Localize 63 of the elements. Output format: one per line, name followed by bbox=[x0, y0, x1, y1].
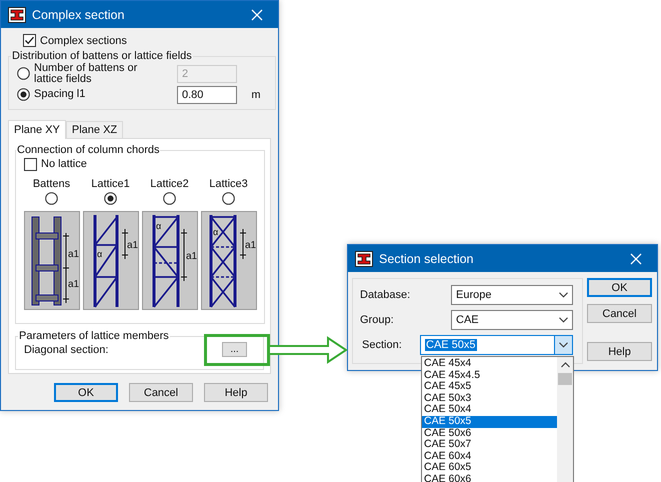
field-label: Diagonal section: bbox=[24, 344, 108, 356]
chevron-up-icon[interactable] bbox=[560, 362, 570, 368]
radio-label: Spacing l1 bbox=[34, 89, 86, 100]
tab[interactable]: Plane XZ bbox=[66, 121, 124, 138]
radio-button[interactable] bbox=[17, 88, 30, 101]
dialog-button[interactable]: Cancel bbox=[587, 304, 652, 323]
chevron-down-icon bbox=[559, 317, 568, 323]
app-icon bbox=[8, 6, 26, 22]
list-item[interactable]: CAE 60x5 bbox=[422, 462, 557, 474]
chevron-down-icon bbox=[559, 342, 568, 348]
list-item[interactable]: CAE 50x3 bbox=[422, 392, 557, 404]
window-title: Section selection bbox=[379, 252, 475, 266]
field-label: Section: bbox=[361, 339, 403, 351]
dialog-button[interactable]: OK bbox=[587, 278, 652, 297]
list-item[interactable]: CAE 50x6 bbox=[422, 428, 557, 440]
dropdown[interactable]: Europe bbox=[451, 285, 573, 305]
tab[interactable]: Plane XY bbox=[8, 120, 66, 139]
dialog-button[interactable]: OK bbox=[54, 383, 118, 402]
field-label: Database: bbox=[360, 289, 412, 301]
option-label: Lattice1 bbox=[91, 178, 130, 190]
lattice-drawing: a1 α bbox=[200, 211, 256, 310]
field-label: Group: bbox=[360, 314, 395, 326]
radio-button[interactable] bbox=[104, 192, 117, 205]
option-label: Lattice3 bbox=[209, 178, 248, 190]
list-item[interactable]: CAE 60x4 bbox=[422, 450, 557, 462]
list-item[interactable]: CAE 50x5 bbox=[422, 416, 557, 428]
option-label: Battens bbox=[32, 178, 70, 190]
app-icon bbox=[355, 250, 373, 266]
list-item[interactable]: CAE 60x6 bbox=[422, 474, 557, 482]
list-item[interactable]: CAE 45x4 bbox=[422, 358, 557, 370]
scrollbar[interactable] bbox=[557, 357, 573, 482]
checkbox-label: No lattice bbox=[41, 158, 87, 170]
group-title: Connection of column chords bbox=[16, 144, 160, 156]
input-field[interactable]: 0.80 bbox=[177, 86, 237, 104]
radio-button[interactable] bbox=[45, 192, 58, 205]
dropdown[interactable]: CAE bbox=[451, 310, 573, 330]
close-icon[interactable] bbox=[630, 252, 642, 264]
dropdown[interactable]: CAE 50x5 bbox=[420, 335, 573, 355]
dialog-button[interactable]: Help bbox=[587, 342, 652, 361]
checkbox[interactable] bbox=[23, 34, 36, 47]
battens-drawing: a1 a1 bbox=[24, 211, 80, 310]
window-title: Complex section bbox=[32, 8, 126, 22]
group-title: Parameters of lattice members bbox=[18, 330, 170, 342]
lattice-drawing: a1 α bbox=[142, 211, 198, 310]
checkbox-label: Complex sections bbox=[40, 34, 127, 46]
chevron-down-icon bbox=[559, 292, 568, 298]
radio-label: Number of battens or lattice fields bbox=[34, 62, 138, 84]
option-label: Lattice2 bbox=[150, 178, 189, 190]
radio-button[interactable] bbox=[163, 192, 176, 205]
list-item[interactable]: CAE 45x5 bbox=[422, 381, 557, 393]
dialog-button[interactable]: Cancel bbox=[129, 383, 193, 402]
dialog-button[interactable]: Help bbox=[204, 383, 268, 402]
group-title: Distribution of battens or lattice fields bbox=[11, 50, 193, 62]
unit-label: m bbox=[250, 88, 262, 100]
checkbox[interactable] bbox=[24, 158, 37, 170]
list-item[interactable]: CAE 45x4.5 bbox=[422, 370, 557, 382]
close-icon[interactable] bbox=[251, 8, 263, 20]
list-item[interactable]: CAE 50x4 bbox=[422, 404, 557, 416]
scrollbar-thumb[interactable] bbox=[558, 373, 572, 385]
browse-button[interactable]: ... bbox=[222, 342, 247, 357]
lattice-drawing: a1 α bbox=[82, 211, 138, 310]
radio-button[interactable] bbox=[222, 192, 235, 205]
list-item[interactable]: CAE 50x7 bbox=[422, 439, 557, 451]
